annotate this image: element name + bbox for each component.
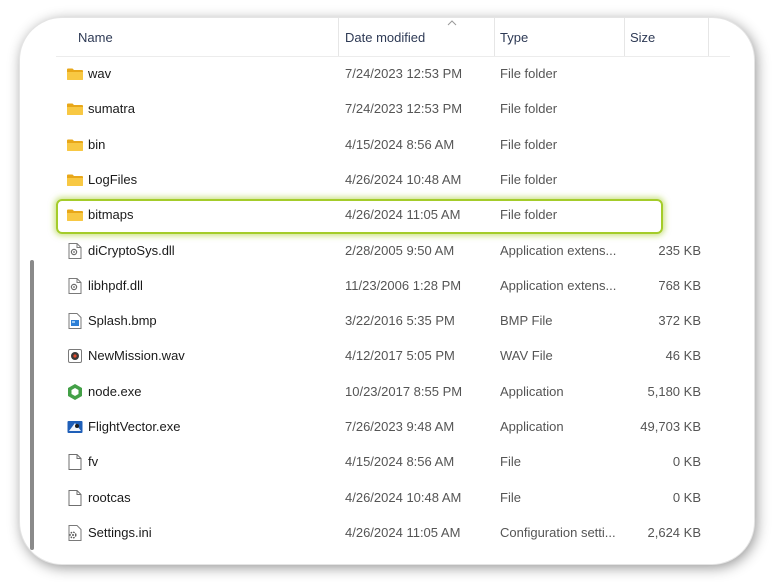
column-divider[interactable] — [708, 18, 709, 56]
file-type: File folder — [500, 171, 558, 187]
ini-icon — [66, 524, 84, 542]
file-type: File folder — [500, 101, 558, 117]
file-row[interactable]: fv 4/15/2024 8:56 AM File 0 KB — [56, 444, 701, 479]
file-date-modified: 4/15/2024 8:56 AM — [345, 136, 455, 152]
file-date-modified: 2/28/2005 9:50 AM — [345, 242, 455, 258]
file-row[interactable]: Settings.ini 4/26/2024 11:05 AM Configurat… — [56, 515, 701, 550]
file-type: File folder — [500, 136, 558, 152]
file-type: Application — [500, 383, 564, 399]
column-header-bar: Name Date modified Type Size — [56, 18, 730, 57]
scrollbar-thumb[interactable] — [30, 260, 34, 550]
file-row[interactable]: FlightVector.exe 7/26/2023 9:48 AM Applica… — [56, 409, 701, 444]
file-name: libhpdf.dll — [88, 277, 143, 293]
column-header-type[interactable]: Type — [500, 18, 620, 56]
file-name: FlightVector.exe — [88, 419, 181, 434]
file-type: File — [500, 454, 521, 470]
file-date-modified: 4/26/2024 10:48 AM — [345, 171, 462, 187]
file-name: wav — [88, 66, 112, 81]
file-date-modified: 4/26/2024 11:05 AM — [345, 524, 461, 540]
file-date-modified: 3/22/2016 5:35 PM — [345, 313, 455, 329]
file-size: 49,703 KB — [640, 419, 701, 434]
file-date-modified: 4/26/2024 10:48 AM — [345, 489, 462, 505]
file-type: Application extens... — [500, 242, 617, 258]
file-explorer-window: Name Date modified Type Size wav 7/24/202… — [20, 18, 754, 564]
file-size: 0 KB — [672, 489, 701, 505]
wav-icon — [66, 347, 84, 365]
column-header-name[interactable]: Name — [78, 18, 338, 56]
file-type: BMP File — [500, 313, 553, 329]
file-date-modified: 7/26/2023 9:48 AM — [345, 419, 455, 434]
file-size: 2,624 KB — [647, 524, 702, 540]
file-size: 5,180 KB — [647, 383, 702, 399]
file-name: fv — [88, 454, 99, 470]
file-name: Splash.bmp — [88, 313, 157, 329]
file-row[interactable]: rootcas 4/26/2024 10:48 AM File 0 KB — [56, 480, 701, 515]
file-name: Settings.ini — [88, 524, 152, 540]
file-date-modified: 4/12/2017 5:05 PM — [345, 348, 455, 364]
column-header-date-modified[interactable]: Date modified — [345, 18, 495, 56]
folder-icon — [66, 100, 84, 118]
file-size: 235 KB — [658, 242, 701, 258]
file-type: Application — [500, 419, 564, 434]
file-type: File folder — [500, 66, 558, 81]
file-row[interactable]: Splash.bmp 3/22/2016 5:35 PM BMP File 372 K… — [56, 303, 701, 338]
column-divider[interactable] — [338, 18, 339, 56]
file-date-modified: 4/15/2024 8:56 AM — [345, 454, 455, 470]
file-type: File — [500, 489, 521, 505]
dll-icon — [66, 242, 84, 260]
column-header-size[interactable]: Size — [630, 18, 710, 56]
nodejs-icon — [66, 383, 84, 401]
file-size: 372 KB — [658, 313, 701, 329]
file-name: rootcas — [88, 489, 131, 505]
file-name: diCryptoSys.dll — [88, 242, 175, 258]
file-row[interactable]: LogFiles 4/26/2024 10:48 AM File folder — [56, 162, 656, 197]
file-name: NewMission.wav — [88, 348, 185, 364]
bmp-icon — [66, 312, 84, 330]
folder-icon — [66, 136, 84, 154]
file-size: 46 KB — [665, 348, 701, 364]
file-row[interactable]: wav 7/24/2023 12:53 PM File folder — [56, 56, 656, 91]
file-size: 0 KB — [672, 454, 701, 470]
file-date-modified: 7/24/2023 12:53 PM — [345, 101, 463, 117]
vertical-scrollbar[interactable] — [29, 26, 37, 558]
file-size: 768 KB — [658, 277, 701, 293]
file-date-modified: 7/24/2023 12:53 PM — [345, 66, 463, 81]
file-type: WAV File — [500, 348, 553, 364]
file-icon — [66, 453, 84, 471]
file-name: node.exe — [88, 383, 142, 399]
folder-icon — [66, 65, 84, 83]
file-row[interactable]: bitmaps 4/26/2024 11:05 AM File folder — [56, 197, 656, 232]
file-name: LogFiles — [88, 171, 138, 187]
file-date-modified: 11/23/2006 1:28 PM — [345, 277, 462, 293]
folder-icon — [66, 171, 84, 189]
column-divider[interactable] — [494, 18, 495, 56]
file-date-modified: 4/26/2024 11:05 AM — [345, 207, 461, 223]
file-name: bitmaps — [88, 207, 134, 223]
file-row[interactable]: bin 4/15/2024 8:56 AM File folder — [56, 127, 656, 162]
file-type: File folder — [500, 207, 558, 223]
file-row[interactable]: node.exe 10/23/2017 8:55 PM Application 5,1… — [56, 374, 701, 409]
folder-icon — [66, 206, 84, 224]
file-row[interactable]: NewMission.wav 4/12/2017 5:05 PM WAV File 4… — [56, 338, 701, 373]
file-name: sumatra — [88, 101, 135, 117]
file-date-modified: 10/23/2017 8:55 PM — [345, 383, 463, 399]
file-row[interactable]: diCryptoSys.dll 2/28/2005 9:50 AM Applicat… — [56, 233, 701, 268]
app-icon — [66, 418, 84, 436]
file-icon — [66, 489, 84, 507]
column-divider[interactable] — [624, 18, 625, 56]
file-name: bin — [88, 136, 106, 152]
file-row[interactable]: sumatra 7/24/2023 12:53 PM File folder — [56, 91, 656, 126]
file-type: Application extens... — [500, 277, 617, 293]
file-type: Configuration setti... — [500, 524, 616, 540]
dll-icon — [66, 277, 84, 295]
file-row[interactable]: libhpdf.dll 11/23/2006 1:28 PM Application… — [56, 268, 701, 303]
